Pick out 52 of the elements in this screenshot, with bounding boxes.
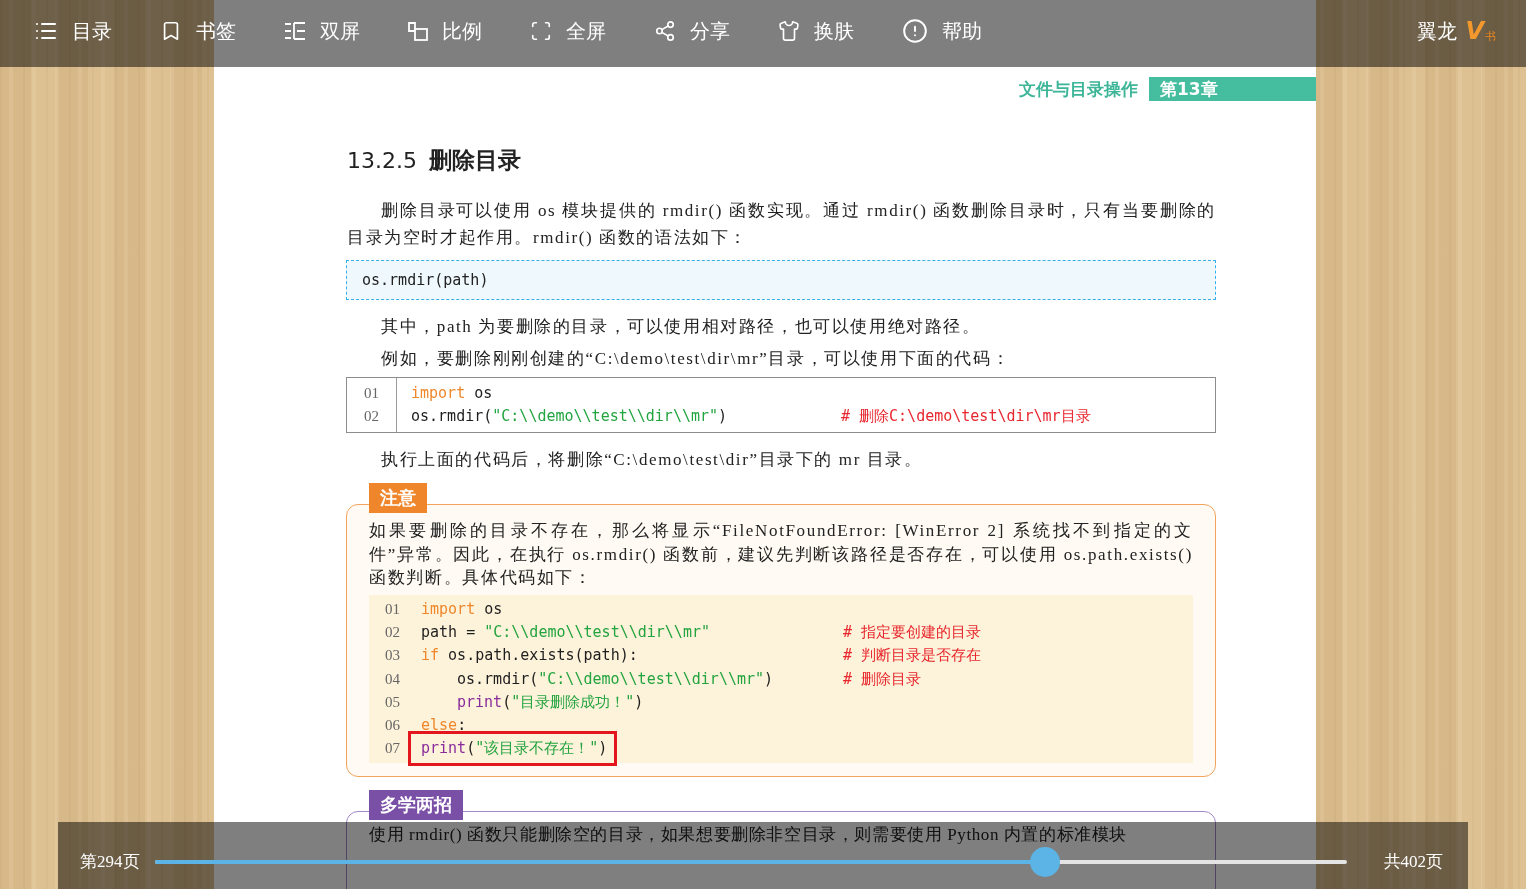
box-paragraph: 使用 rmdir() 函数只能删除空的目录，如果想要删除非空目录，则需要使用 Python 内置的标准模块 bbox=[369, 823, 1129, 846]
code-comment: # 判断目录是否存在 bbox=[843, 645, 982, 667]
squares-icon bbox=[408, 21, 428, 41]
code-line: print("目录删除成功！") bbox=[457, 691, 644, 713]
contents-button[interactable]: 目录 bbox=[34, 17, 112, 45]
line-number: 03 bbox=[385, 646, 400, 666]
body-paragraph: 其中，path 为要删除的目录，可以使用相对路径，也可以使用绝对路径。 bbox=[380, 316, 982, 338]
brand-name: 翼龙 bbox=[1417, 19, 1458, 44]
body-paragraph: 例如，要删除刚刚创建的“C:\demo\test\dir\mr”目录，可以使用下面的代码： bbox=[380, 348, 1012, 370]
code-line: path = "C:\\demo\\test\\dir\\mr" bbox=[421, 621, 710, 643]
shirt-icon bbox=[778, 20, 800, 42]
share-icon bbox=[654, 20, 676, 42]
page-slider[interactable] bbox=[154, 846, 1347, 877]
dual-page-button[interactable]: 双屏 bbox=[284, 17, 360, 45]
brand-logo: V书 bbox=[1465, 17, 1496, 45]
skin-button[interactable]: 换肤 bbox=[778, 17, 854, 45]
line-number: 01 bbox=[385, 599, 400, 619]
line-number: 02 bbox=[385, 622, 400, 642]
line-number: 01 bbox=[364, 384, 379, 403]
body-paragraph: 删除目录可以使用 os 模块提供的 rmdir() 函数实现。通过 rmdir() 函数删除目录时，只有当要删除的目录为空时才起作用。rmdir() 函数的语法如下： bbox=[347, 200, 1216, 249]
line-number: 02 bbox=[364, 407, 379, 426]
line-number: 06 bbox=[385, 716, 400, 736]
code-comment: # 删除目录 bbox=[843, 668, 922, 690]
code-line: os.rmdir("C:\\demo\\test\\dir\\mr") bbox=[457, 668, 774, 690]
exclamation-icon bbox=[902, 18, 928, 44]
note-tag: 注意 bbox=[369, 483, 427, 513]
share-button[interactable]: 分享 bbox=[654, 17, 730, 45]
running-head-title: 文件与目录操作 bbox=[1019, 78, 1138, 101]
total-pages: 共402页 bbox=[1383, 850, 1443, 873]
columns-icon bbox=[284, 22, 306, 40]
body-paragraph: 执行上面的代码后，将删除“C:\demo\test\dir”目录下的 mr 目录。 bbox=[380, 449, 924, 471]
code-line: os.rmdir("C:\\demo\\test\\dir\\mr") bbox=[411, 406, 728, 427]
current-page: 第294页 bbox=[80, 850, 140, 873]
bookmark-button[interactable]: 书签 bbox=[160, 17, 236, 45]
code-comment: # 删除C:\demo\test\dir\mr目录 bbox=[841, 406, 1091, 427]
syntax-code-box: os.rmdir(path) bbox=[346, 260, 1216, 300]
help-button[interactable]: 帮助 bbox=[902, 17, 982, 45]
code-line: import os bbox=[411, 383, 493, 404]
tip-tag: 多学两招 bbox=[369, 789, 463, 820]
code-comment: # 指定要创建的目录 bbox=[843, 621, 982, 643]
line-number: 04 bbox=[385, 669, 400, 689]
fullscreen-button[interactable]: 全屏 bbox=[530, 17, 606, 45]
code-line: if os.path.exists(path): bbox=[421, 645, 638, 667]
scale-button[interactable]: 比例 bbox=[408, 17, 482, 45]
line-number: 07 bbox=[385, 739, 400, 759]
section-number: 13.2.5 bbox=[347, 147, 417, 175]
line-number: 05 bbox=[385, 692, 400, 712]
chapter-tag: 第13章 bbox=[1149, 77, 1316, 101]
fullscreen-icon bbox=[530, 20, 552, 42]
box-paragraph: 如果要删除的目录不存在，那么将显示“FileNotFoundError: [WinError 2] 系统找不到指定的文件”异常。因此，在执行 os.rmdir() 函数前，建议先判断该路径是否存在，可以使用 os.path.exists() 函数判断。具体代码如下： bbox=[369, 520, 1193, 589]
code-line: import os bbox=[421, 598, 503, 620]
section-title: 删除目录 bbox=[429, 146, 521, 174]
